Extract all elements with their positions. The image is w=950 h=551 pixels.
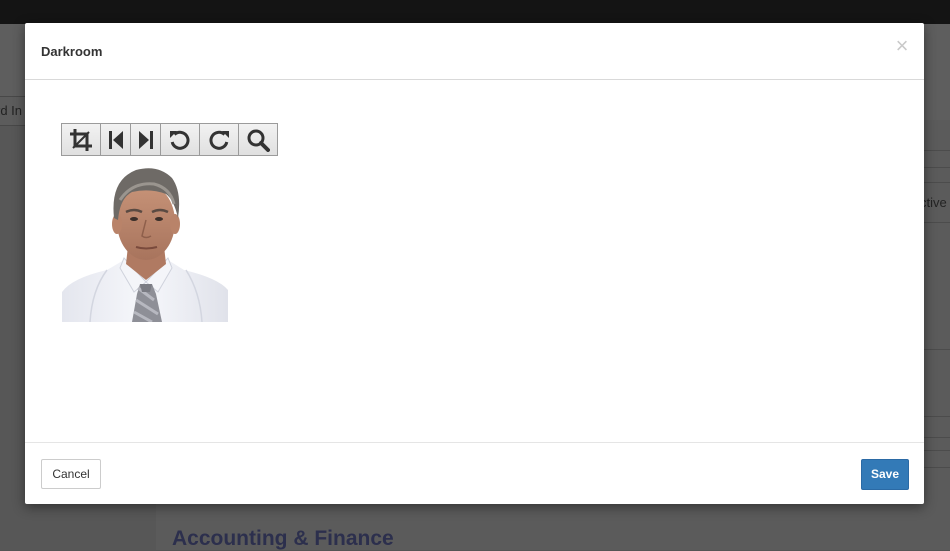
crop-button[interactable]	[62, 124, 101, 155]
modal-footer: Cancel Save	[25, 442, 924, 505]
zoom-icon	[247, 129, 270, 152]
undo-history-icon	[108, 130, 123, 149]
redo-button[interactable]	[131, 124, 161, 155]
darkroom-modal: Darkroom × Cancel Save	[25, 23, 924, 504]
modal-header: Darkroom ×	[25, 23, 924, 80]
zoom-button[interactable]	[239, 124, 277, 155]
save-button[interactable]: Save	[861, 459, 909, 490]
darkroom-toolbar	[61, 123, 278, 156]
close-icon[interactable]: ×	[894, 35, 910, 57]
background-divider	[924, 150, 950, 151]
modal-body	[25, 80, 924, 442]
redo-history-icon	[138, 130, 153, 149]
background-divider	[924, 437, 950, 438]
cancel-button[interactable]: Cancel	[41, 459, 101, 489]
undo-button[interactable]	[101, 124, 131, 155]
background-tab-right-label: ctive	[924, 195, 947, 210]
background-divider	[924, 349, 950, 350]
app-top-bar	[0, 0, 950, 24]
crop-icon	[70, 128, 92, 151]
background-divider	[924, 182, 950, 183]
rotate-right-button[interactable]	[200, 124, 239, 155]
background-divider	[924, 416, 950, 417]
background-divider	[924, 222, 950, 223]
rotate-left-button[interactable]	[161, 124, 200, 155]
background-divider	[924, 450, 950, 451]
background-tab-left-label: rd In	[0, 103, 23, 118]
rotate-left-icon	[170, 130, 190, 150]
background-divider	[924, 167, 950, 168]
headshot-photo	[62, 160, 228, 322]
background-tab-right: ctive	[924, 193, 950, 213]
background-divider	[924, 467, 950, 468]
modal-title: Darkroom	[41, 44, 103, 59]
rotate-right-icon	[209, 130, 229, 150]
background-section-title: Accounting & Finance	[172, 527, 394, 550]
